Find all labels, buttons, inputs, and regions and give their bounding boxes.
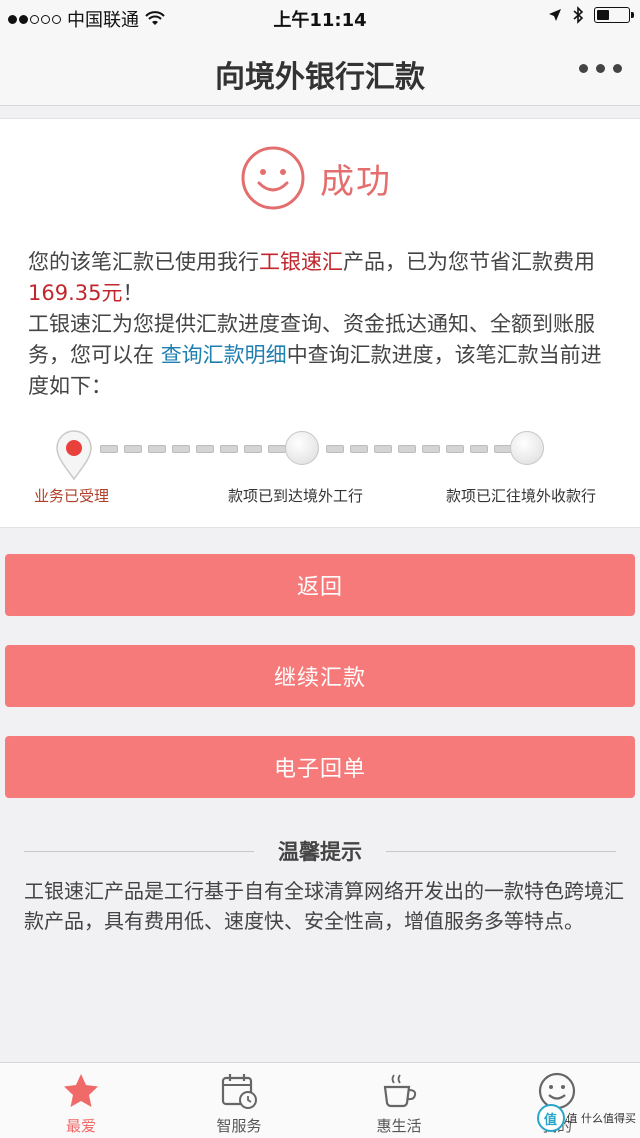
progress-node: [285, 431, 319, 465]
bluetooth-icon: [573, 6, 584, 24]
success-header: 成功: [240, 145, 392, 211]
smiley-success-icon: [241, 146, 305, 210]
more-dot-icon: [596, 64, 605, 73]
status-time: 上午11:14: [273, 10, 367, 31]
progress-dashes: [326, 445, 512, 455]
message-text: 您的该笔汇款已使用我行: [28, 250, 259, 274]
progress-tracker: 业务已受理 款项已到达境外工行 款项已汇往境外收款行: [0, 419, 640, 519]
tips-header: 温馨提示: [24, 836, 616, 866]
tab-label: 惠生活: [376, 1117, 422, 1135]
tab-favorites[interactable]: 最爱: [36, 1071, 126, 1136]
tab-smart-service[interactable]: 智服务: [194, 1071, 284, 1136]
result-card: 成功 您的该笔汇款已使用我行工银速汇产品，已为您节省汇款费用169.35元！ 工…: [0, 118, 640, 528]
divider: [386, 851, 616, 852]
location-arrow-icon: [549, 9, 561, 21]
status-bar: 中国联通 上午11:14: [0, 0, 640, 34]
more-dot-icon: [613, 64, 622, 73]
status-right: [548, 6, 634, 24]
location-pin-icon: [56, 430, 92, 481]
back-button[interactable]: 返回: [5, 554, 635, 616]
star-icon: [64, 1074, 98, 1107]
message-text: ！: [122, 281, 144, 305]
tips-body: 工银速汇产品是工行基于自有全球清算网络开发出的一款特色跨境汇款产品，具有费用低、…: [24, 879, 624, 933]
e-receipt-button[interactable]: 电子回单: [5, 736, 635, 798]
continue-remittance-button[interactable]: 继续汇款: [5, 645, 635, 707]
tab-label: 智服务: [216, 1117, 262, 1135]
query-detail-link[interactable]: 查询汇款明细: [161, 343, 287, 367]
saved-amount: 169.35元: [28, 281, 123, 305]
more-dot-icon: [579, 64, 588, 73]
calendar-clock-icon: [221, 1074, 257, 1109]
progress-step-label: 款项已到达境外工行: [228, 487, 364, 505]
message-text: 产品，已为您节省汇款费用: [343, 250, 595, 274]
progress-step-label: 业务已受理: [34, 487, 110, 505]
progress-step-label: 款项已汇往境外收款行: [446, 487, 597, 505]
watermark-text: 值 什么值得买: [566, 1112, 637, 1125]
battery-icon: [594, 7, 634, 23]
tab-life[interactable]: 惠生活: [354, 1071, 444, 1136]
coffee-cup-icon: [383, 1074, 417, 1108]
tab-label: 最爱: [65, 1117, 96, 1135]
progress-node: [510, 431, 544, 465]
watermark: 值 值 什么值得买: [536, 1104, 637, 1132]
result-message: 您的该笔汇款已使用我行工银速汇产品，已为您节省汇款费用169.35元！ 工银速汇…: [28, 247, 618, 402]
progress-dashes: [100, 445, 286, 455]
nav-bar: 向境外银行汇款: [0, 34, 640, 106]
more-button[interactable]: [579, 64, 622, 73]
product-name: 工银速汇: [259, 250, 343, 274]
success-text: 成功: [320, 161, 392, 202]
page-title: 向境外银行汇款: [215, 60, 425, 95]
watermark-badge: 值: [536, 1104, 565, 1132]
